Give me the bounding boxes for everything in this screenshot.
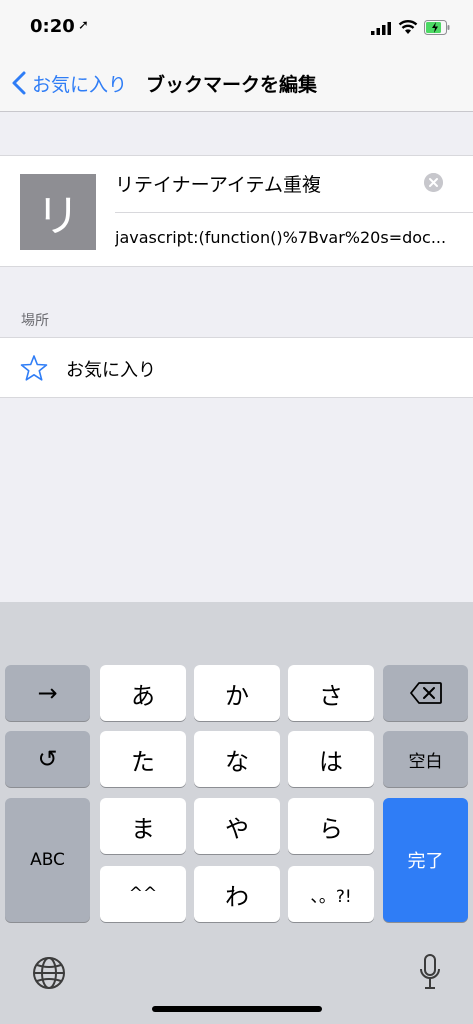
key-ra[interactable]: ら xyxy=(288,798,374,854)
globe-icon[interactable] xyxy=(32,956,66,990)
backspace-icon xyxy=(409,682,442,704)
navigation-bar: お気に入り ブックマークを編集 xyxy=(0,56,473,112)
field-divider xyxy=(115,212,473,213)
chevron-left-icon xyxy=(12,71,26,95)
key-kaomoji[interactable]: ^^ xyxy=(100,866,186,922)
signal-icon xyxy=(371,22,391,35)
key-wa[interactable]: わ xyxy=(194,866,280,922)
key-punctuation[interactable]: 、。?! xyxy=(288,866,374,922)
wifi-icon xyxy=(398,20,418,34)
key-ka[interactable]: か xyxy=(194,665,280,721)
abc-key[interactable]: ABC xyxy=(5,798,90,922)
key-sa[interactable]: さ xyxy=(288,665,374,721)
bookmark-thumbnail: リ xyxy=(20,174,96,250)
location-section-label: 場所 xyxy=(21,313,49,329)
page-title: ブックマークを編集 xyxy=(146,74,318,96)
bookmark-card: リ リテイナーアイテム重複 javascript:(function()%7Bv… xyxy=(0,155,473,267)
key-ha[interactable]: は xyxy=(288,731,374,787)
bookmark-title-field[interactable]: リテイナーアイテム重複 xyxy=(115,170,321,197)
key-a[interactable]: あ xyxy=(100,665,186,721)
key-ma[interactable]: ま xyxy=(100,798,186,854)
status-bar: 0:20 ➚ xyxy=(0,0,473,56)
battery-charging-icon xyxy=(424,20,450,35)
delete-key[interactable] xyxy=(383,665,468,721)
key-na[interactable]: な xyxy=(194,731,280,787)
location-folder-label: お気に入り xyxy=(66,360,156,381)
location-arrow-icon: ➚ xyxy=(78,18,89,33)
bookmark-url-field[interactable]: javascript:(function()%7Bvar%20s=doc... xyxy=(115,228,450,247)
done-key[interactable]: 完了 xyxy=(383,798,468,922)
space-key[interactable]: 空白 xyxy=(383,731,468,787)
back-button-label: お気に入り xyxy=(32,73,128,96)
key-ya[interactable]: や xyxy=(194,798,280,854)
key-undo[interactable]: ↺ xyxy=(5,731,90,787)
star-icon xyxy=(20,355,48,381)
location-folder-row[interactable]: お気に入り xyxy=(0,337,473,398)
clear-text-icon[interactable] xyxy=(424,173,443,192)
key-arrow[interactable]: → xyxy=(5,665,90,721)
back-button[interactable]: お気に入り xyxy=(10,68,127,98)
home-indicator[interactable] xyxy=(152,1006,322,1012)
status-time: 0:20 xyxy=(30,16,75,37)
key-ta[interactable]: た xyxy=(100,731,186,787)
microphone-icon[interactable] xyxy=(420,954,440,990)
